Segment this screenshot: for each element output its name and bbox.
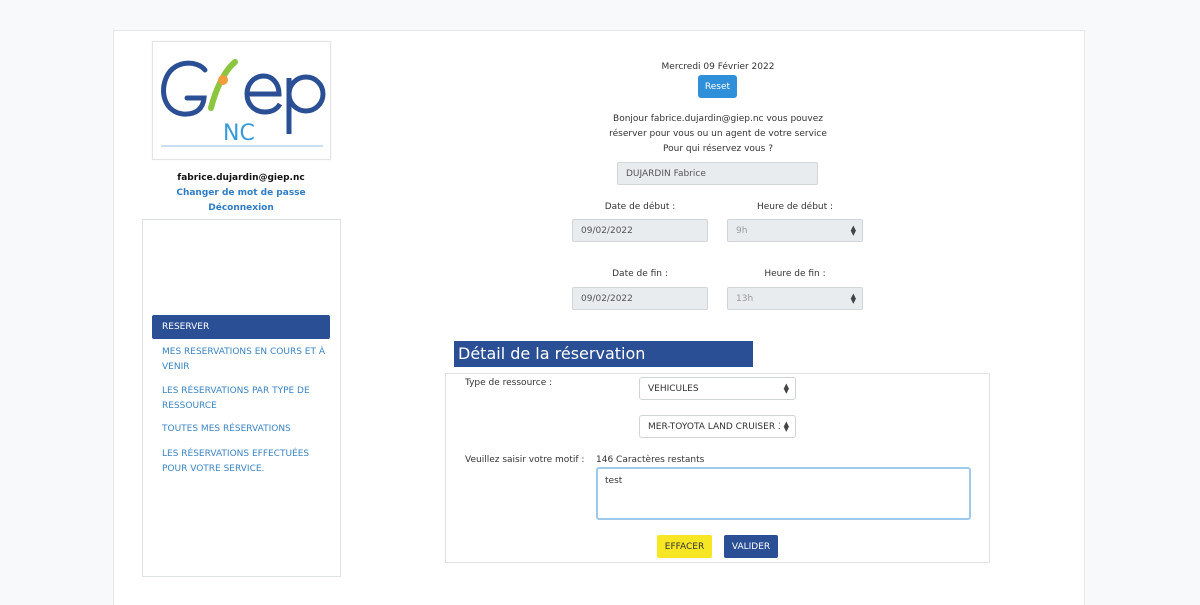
end-hour-value: 13h [736, 293, 754, 304]
giep-logo-graphic: NC [161, 59, 326, 147]
section-title: Détail de la réservation [454, 341, 753, 367]
end-hour-select[interactable]: 13h ▲ ▼ [727, 287, 863, 310]
change-password-link[interactable]: Changer de mot de passe [130, 188, 352, 198]
select-arrows-icon: ▲ ▼ [850, 223, 856, 237]
person-value: DUJARDIN Fabrice [626, 168, 706, 179]
end-hour-label: Heure de fin : [764, 269, 826, 279]
end-date-value: 09/02/2022 [581, 293, 633, 304]
resource-value: MER-TOYOTA LAND CRUISER 3 [648, 421, 780, 432]
resource-type-value: VEHICULES [648, 383, 699, 394]
greeting-line-3: Pour qui réservez vous ? [663, 144, 773, 154]
motif-label: Veuillez saisir votre motif : [465, 455, 585, 465]
sidebar-item-toutes[interactable]: TOUTES MES RÉSERVATIONS [152, 422, 330, 437]
start-hour-value: 9h [736, 225, 748, 236]
sidebar-item-reserver[interactable]: RESERVER [152, 315, 330, 339]
start-date-label: Date de début : [604, 202, 676, 212]
end-date-input[interactable]: 09/02/2022 [572, 287, 708, 310]
logout-link[interactable]: Déconnexion [130, 203, 352, 213]
effacer-button[interactable]: EFFACER [657, 535, 712, 558]
start-hour-select[interactable]: 9h ▲ ▼ [727, 219, 863, 242]
select-arrows-icon: ▲ ▼ [783, 381, 789, 395]
user-email: fabrice.dujardin@giep.nc [177, 173, 305, 183]
select-arrows-icon: ▲ ▼ [783, 419, 789, 433]
resource-select[interactable]: MER-TOYOTA LAND CRUISER 3 ▲ ▼ [639, 415, 796, 438]
greeting-line-1: Bonjour fabrice.dujardin@giep.nc vous po… [613, 114, 823, 124]
person-select[interactable]: DUJARDIN Fabrice [617, 162, 818, 185]
sidebar-item-par-type[interactable]: LES RÉSERVATIONS PAR TYPE DE RESSOURCE [152, 384, 330, 413]
end-date-label: Date de fin : [612, 269, 668, 279]
start-date-value: 09/02/2022 [581, 225, 633, 236]
motif-textarea[interactable]: test [596, 467, 971, 520]
sidebar-item-service[interactable]: LES RÉSERVATIONS EFFECTUÉES POUR VOTRE S… [152, 447, 330, 476]
start-hour-label: Heure de début : [756, 202, 834, 212]
start-date-input[interactable]: 09/02/2022 [572, 219, 708, 242]
greeting-line-2: réserver pour vous ou un agent de votre … [609, 129, 827, 139]
logo-nc-text: NC [223, 121, 255, 146]
giep-logo: NC [152, 41, 331, 160]
reset-button[interactable]: Reset [698, 75, 737, 98]
resource-type-label: Type de ressource : [465, 378, 553, 388]
select-arrows-icon: ▲ ▼ [850, 291, 856, 305]
valider-button[interactable]: VALIDER [724, 535, 778, 558]
sidebar-item-mes-reservations[interactable]: MES RESERVATIONS EN COURS ET À VENIR [152, 345, 330, 374]
resource-type-select[interactable]: VEHICULES ▲ ▼ [639, 377, 796, 400]
current-date: Mercredi 09 Février 2022 [661, 62, 775, 72]
chars-remaining: 146 Caractères restants [596, 455, 705, 465]
